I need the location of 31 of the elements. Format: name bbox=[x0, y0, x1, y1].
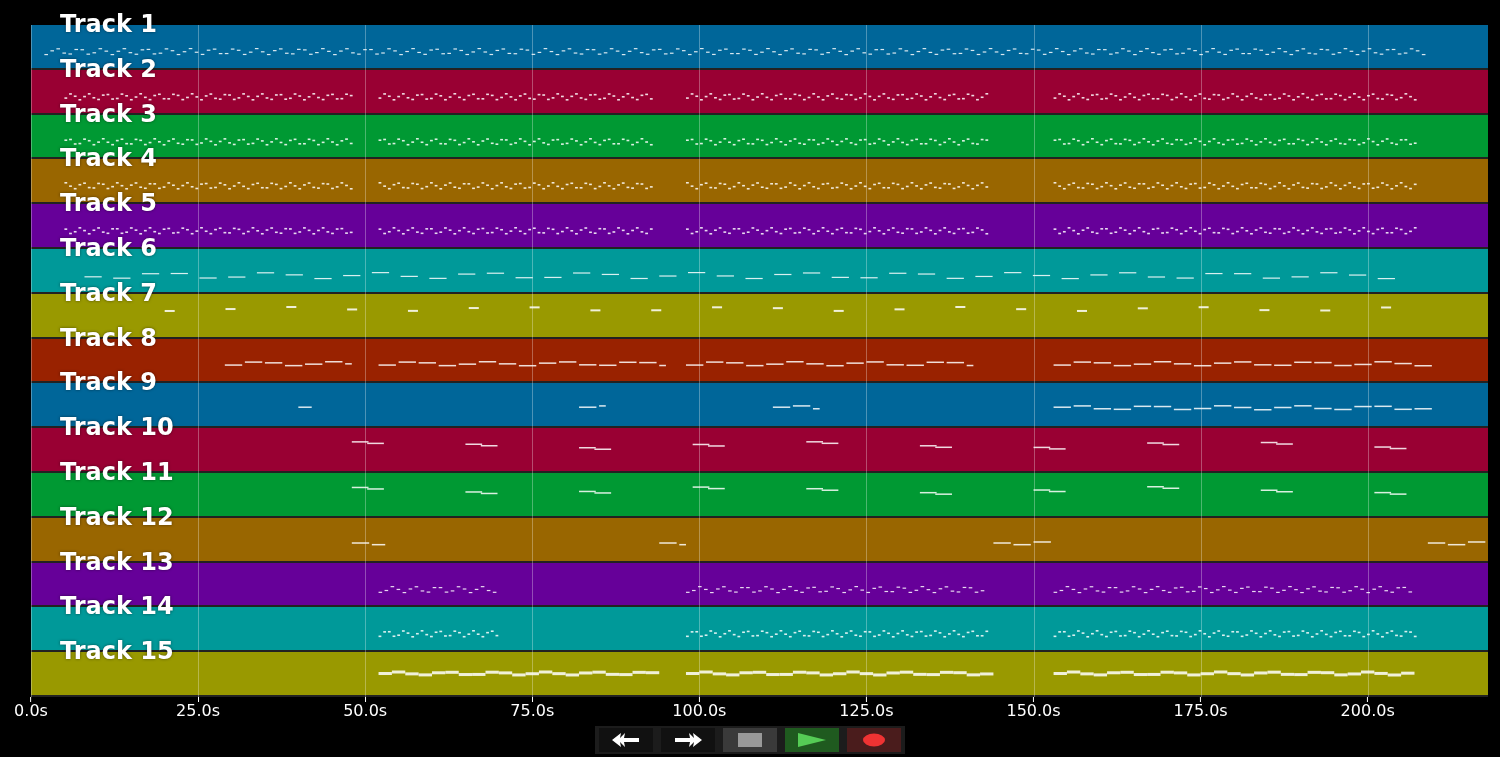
forward-button[interactable] bbox=[661, 728, 715, 752]
stop-button[interactable] bbox=[723, 728, 777, 752]
track-label: Track 13 bbox=[60, 547, 174, 576]
play-icon bbox=[797, 732, 827, 748]
track-label: Track 5 bbox=[60, 189, 157, 218]
track-label: Track 14 bbox=[60, 592, 174, 621]
time-label: 175.0s bbox=[1173, 702, 1228, 720]
time-label: 75.0s bbox=[510, 702, 555, 720]
track-label: Track 2 bbox=[60, 54, 157, 83]
time-label: 125.0s bbox=[839, 702, 894, 720]
track-label: Track 1 bbox=[60, 10, 157, 38]
time-label: 0.0s bbox=[14, 702, 48, 720]
track-label: Track 8 bbox=[60, 323, 157, 352]
rewind-button[interactable] bbox=[599, 728, 653, 752]
track-label: Track 6 bbox=[60, 234, 157, 262]
play-button[interactable] bbox=[785, 728, 839, 752]
time-label: 150.0s bbox=[1006, 702, 1061, 720]
record-icon bbox=[862, 733, 886, 747]
track-label: Track 7 bbox=[60, 278, 157, 307]
time-label: 25.0s bbox=[176, 702, 221, 720]
track-label: Track 10 bbox=[60, 413, 174, 442]
track-label: Track 3 bbox=[60, 99, 157, 128]
track-label: Track 12 bbox=[60, 502, 174, 531]
track-label: Track 4 bbox=[60, 144, 157, 173]
record-button[interactable] bbox=[847, 728, 901, 752]
time-label: 200.0s bbox=[1340, 702, 1395, 720]
rewind-icon bbox=[611, 732, 641, 748]
fast-forward-icon bbox=[673, 732, 703, 748]
time-label: 100.0s bbox=[672, 702, 727, 720]
time-label: 50.0s bbox=[343, 702, 388, 720]
stop-icon bbox=[738, 733, 762, 747]
